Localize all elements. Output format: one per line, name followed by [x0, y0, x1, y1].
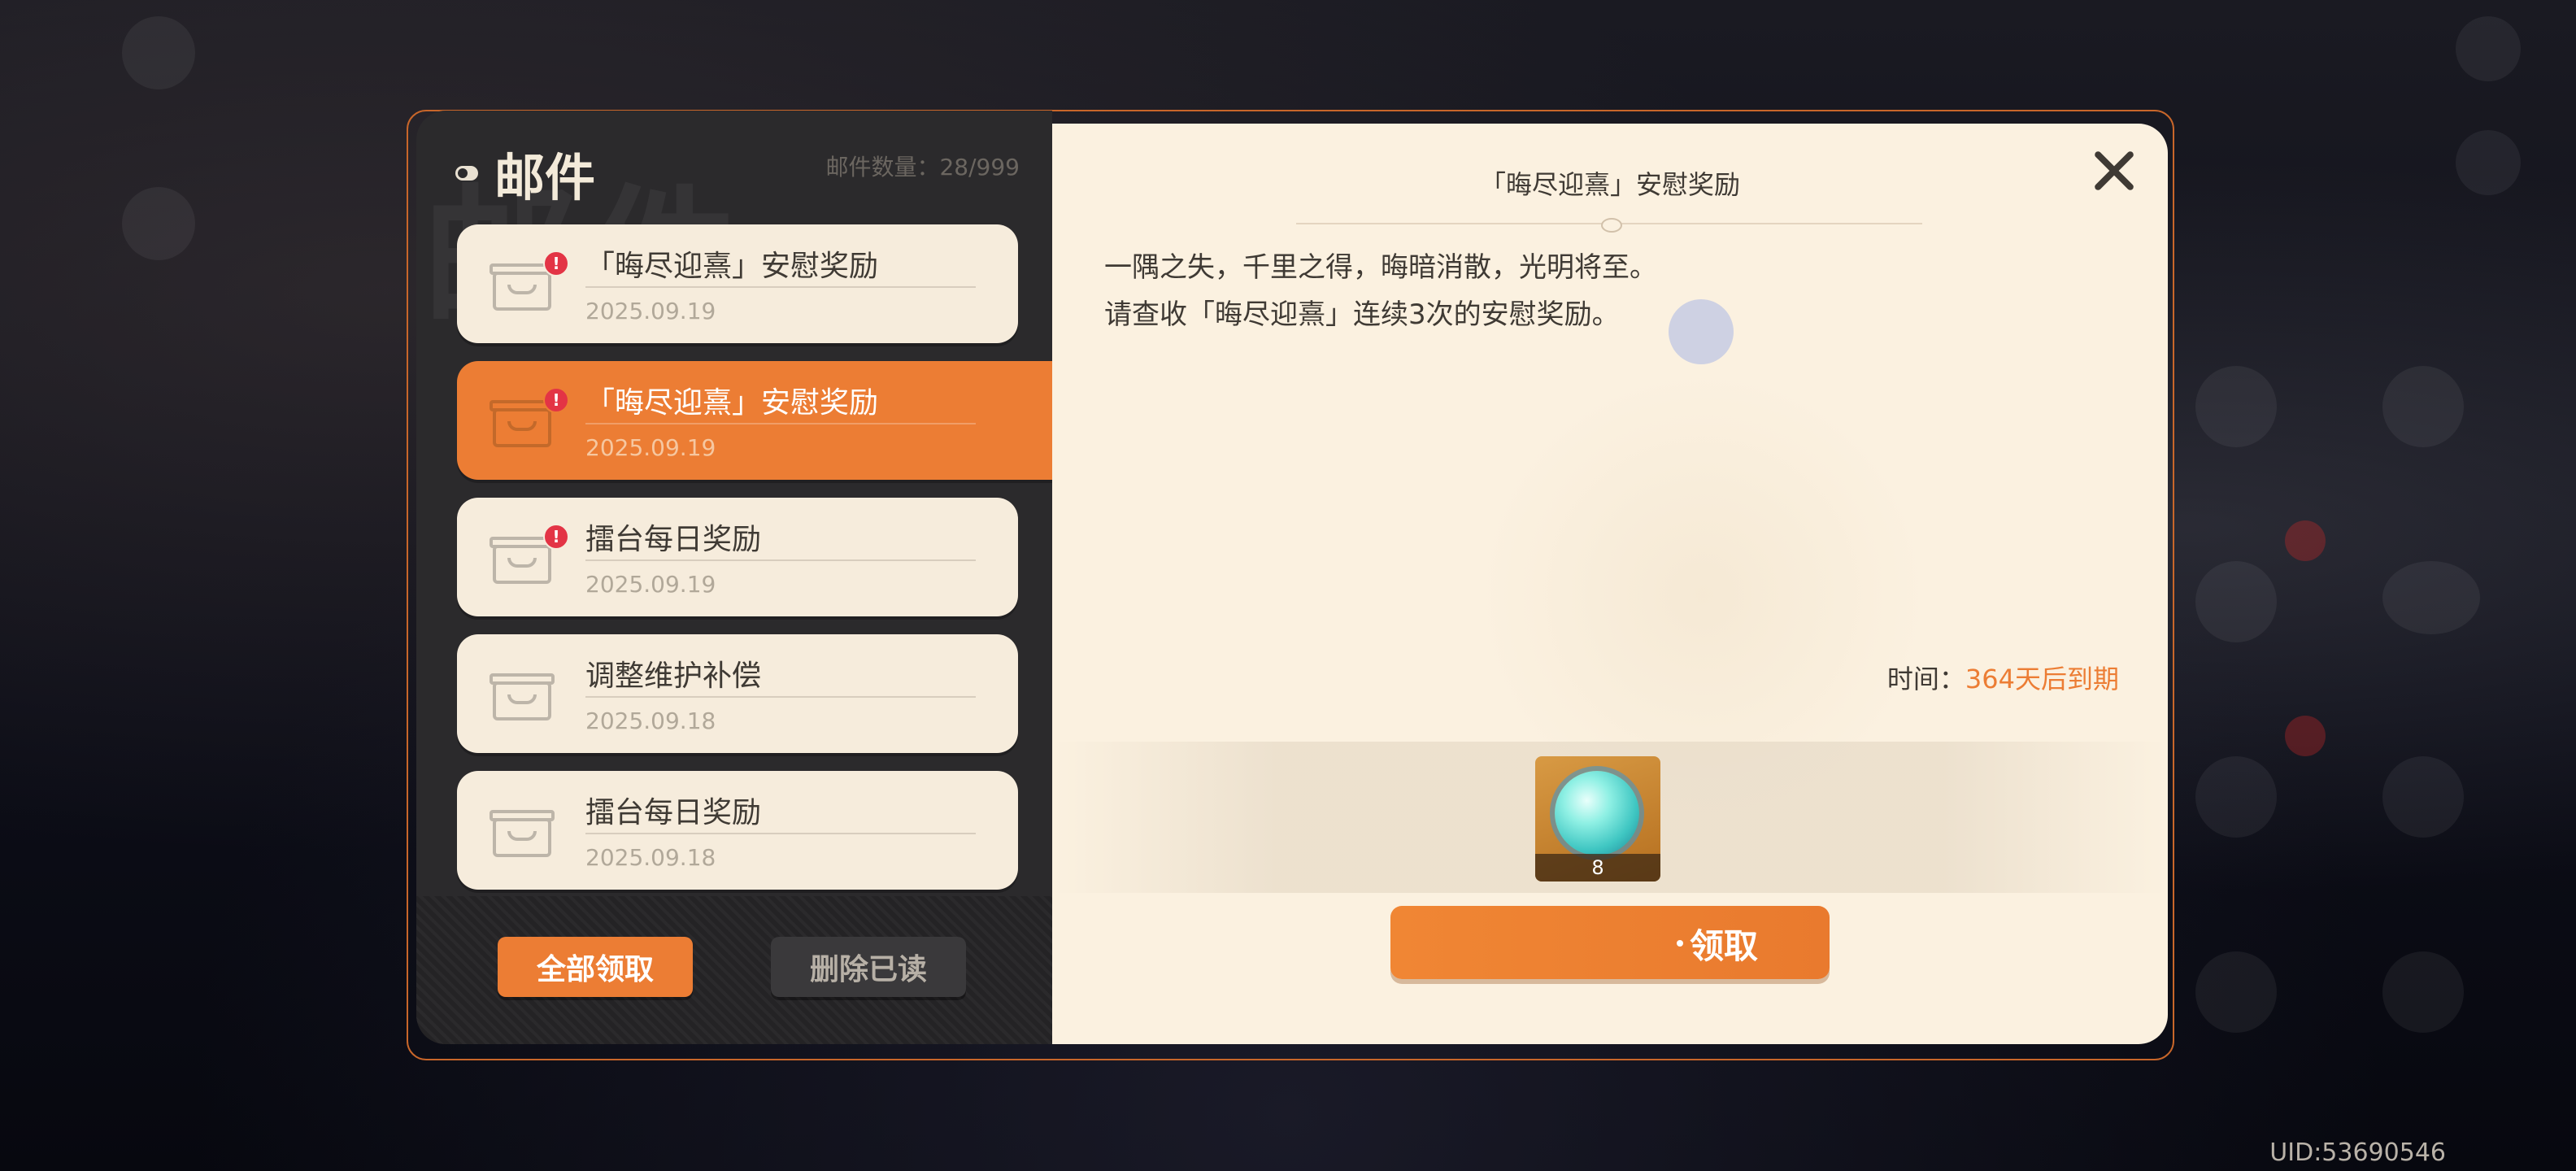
divider-ornament-icon — [1601, 218, 1622, 233]
mail-item-selected[interactable]: ! 「晦尽迎熹」安慰奖励 2025.09.19 — [457, 361, 1052, 480]
unread-badge: ! — [543, 250, 569, 276]
toggle-icon — [455, 166, 478, 181]
mail-item[interactable]: 调整维护补偿 2025.09.18 — [457, 634, 1018, 753]
uid-label: UID:53690546 — [2269, 1138, 2446, 1167]
reward-item[interactable]: 8 — [1535, 756, 1660, 882]
unread-badge: ! — [543, 524, 569, 550]
claim-button-label: 领取 — [1689, 926, 1758, 966]
divider — [585, 423, 976, 424]
mail-title: 「晦尽迎熹」安慰奖励 — [585, 386, 879, 420]
mail-date: 2025.09.19 — [585, 571, 716, 598]
unread-badge: ! — [543, 387, 569, 413]
mail-list: ! 「晦尽迎熹」安慰奖励 2025.09.19 ! 「晦尽迎熹」安慰奖励 202… — [457, 224, 1052, 908]
mail-title: 「晦尽迎熹」安慰奖励 — [585, 250, 879, 283]
mail-item[interactable]: ! 「晦尽迎熹」安慰奖励 2025.09.19 — [457, 224, 1018, 343]
mail-item[interactable]: ! 擂台每日奖励 2025.09.19 — [457, 498, 1018, 616]
spirit-orb-icon — [1555, 771, 1639, 855]
mail-body-line: 请查收「晦尽迎熹」连续3次的安慰奖励。 — [1104, 298, 1620, 331]
mail-detail-panel: 「晦尽迎熹」安慰奖励 一隅之失，千里之得，晦暗消散，光明将至。 请查收「晦尽迎熹… — [1052, 124, 2168, 1044]
panel-title-row: 邮件 — [455, 128, 595, 218]
divider — [585, 559, 976, 561]
divider — [585, 286, 976, 288]
mailbox-icon — [490, 672, 555, 720]
reward-count: 8 — [1535, 854, 1660, 882]
expiry-info: 时间：364天后到期 — [1887, 659, 2119, 696]
expiry-value: 364天后到期 — [1965, 664, 2119, 694]
mail-list-panel: 邮件 邮件 邮件数量：28/999 ! 「晦尽迎熹」安慰奖励 2025.09.1… — [416, 111, 1052, 1044]
mail-count: 邮件数量：28/999 — [825, 154, 1020, 181]
divider — [585, 696, 976, 698]
touch-indicator — [1669, 299, 1734, 364]
mail-item[interactable]: 擂台每日奖励 2025.09.18 — [457, 771, 1018, 890]
mail-title: 调整维护补偿 — [585, 660, 762, 693]
mail-date: 2025.09.19 — [585, 434, 716, 461]
page-title: 邮件 — [494, 148, 596, 207]
mail-actions-bar: 全部领取 删除已读 — [416, 896, 1052, 1044]
divider — [585, 833, 976, 834]
mail-date: 2025.09.19 — [585, 298, 716, 324]
mail-title: 擂台每日奖励 — [585, 523, 762, 556]
mail-date: 2025.09.18 — [585, 844, 716, 871]
mailbox-icon — [490, 808, 555, 857]
expiry-label: 时间： — [1886, 664, 1965, 694]
mail-date: 2025.09.18 — [585, 707, 716, 734]
close-button[interactable] — [2090, 146, 2139, 195]
dot-icon — [1677, 940, 1683, 947]
mail-detail-title: 「晦尽迎熹」安慰奖励 — [1479, 169, 1740, 200]
delete-read-button[interactable]: 删除已读 — [771, 937, 966, 997]
mail-body-line: 一隅之失，千里之得，晦暗消散，光明将至。 — [1104, 251, 1657, 284]
mail-body: 一隅之失，千里之得，晦暗消散，光明将至。 请查收「晦尽迎熹」连续3次的安慰奖励。 — [1104, 244, 1657, 338]
claim-button[interactable]: 领取 — [1390, 906, 1830, 979]
mail-title: 擂台每日奖励 — [585, 796, 762, 829]
claim-all-button[interactable]: 全部领取 — [498, 937, 693, 997]
